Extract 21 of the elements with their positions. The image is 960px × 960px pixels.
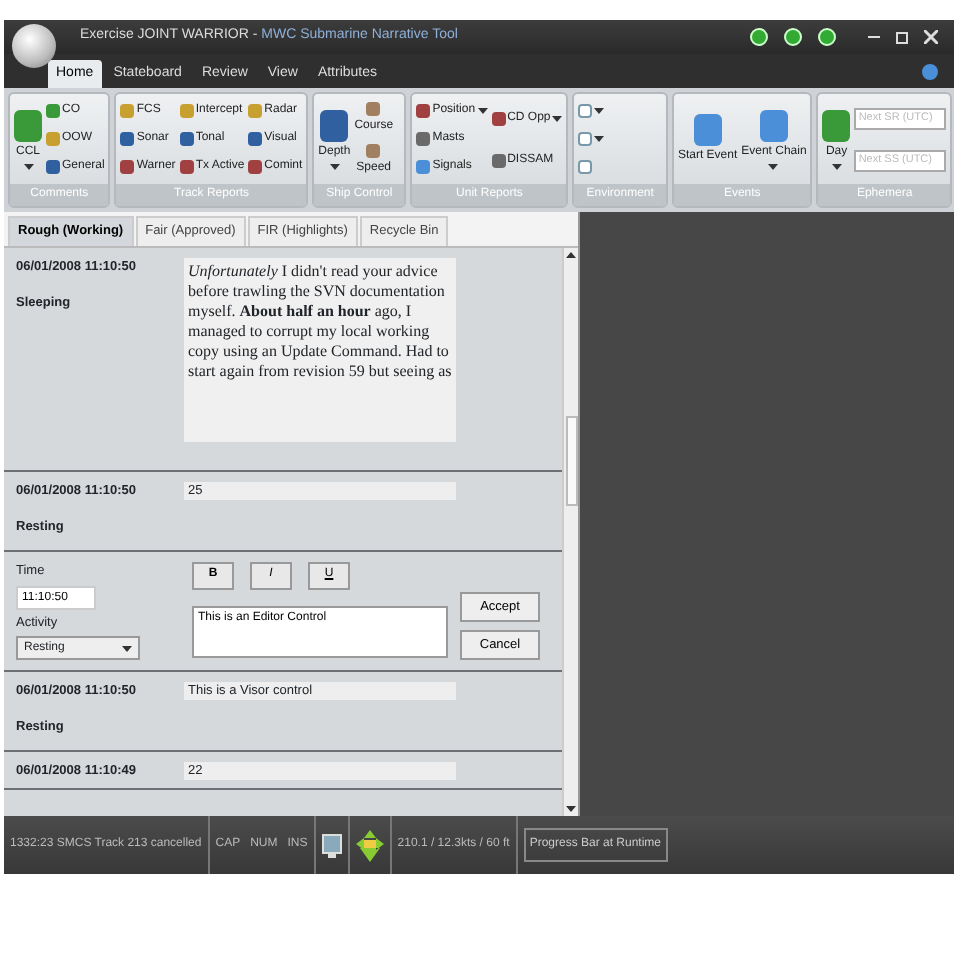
button-icon (759, 109, 788, 141)
close-icon[interactable] (924, 30, 938, 44)
button-icon (366, 143, 381, 157)
button-icon (320, 109, 349, 141)
scrollbar[interactable] (562, 247, 578, 816)
scroll-down-icon[interactable] (566, 806, 576, 812)
button-icon (491, 111, 506, 125)
button-icon (491, 153, 506, 167)
button-icon (366, 101, 381, 115)
help-icon[interactable] (922, 64, 938, 80)
ribbon-button[interactable] (578, 104, 605, 118)
caret-icon (122, 645, 132, 652)
ribbon-button[interactable] (578, 132, 605, 146)
maximize-icon[interactable] (896, 31, 908, 43)
button-icon (822, 109, 851, 141)
arrows-icon[interactable] (355, 829, 384, 861)
button-icon (14, 109, 42, 141)
button-icon (693, 113, 722, 145)
narrative-text: Unfortunately I didn't read your advice before trawling the SVN documentation myself. About half an hour ago, I managed to corrupt my local working copy using an Update Command. Had to start again from revision 59 but seeing as (184, 257, 456, 442)
scrollbar-thumb[interactable] (565, 416, 577, 507)
monitor-icon[interactable] (321, 833, 342, 857)
